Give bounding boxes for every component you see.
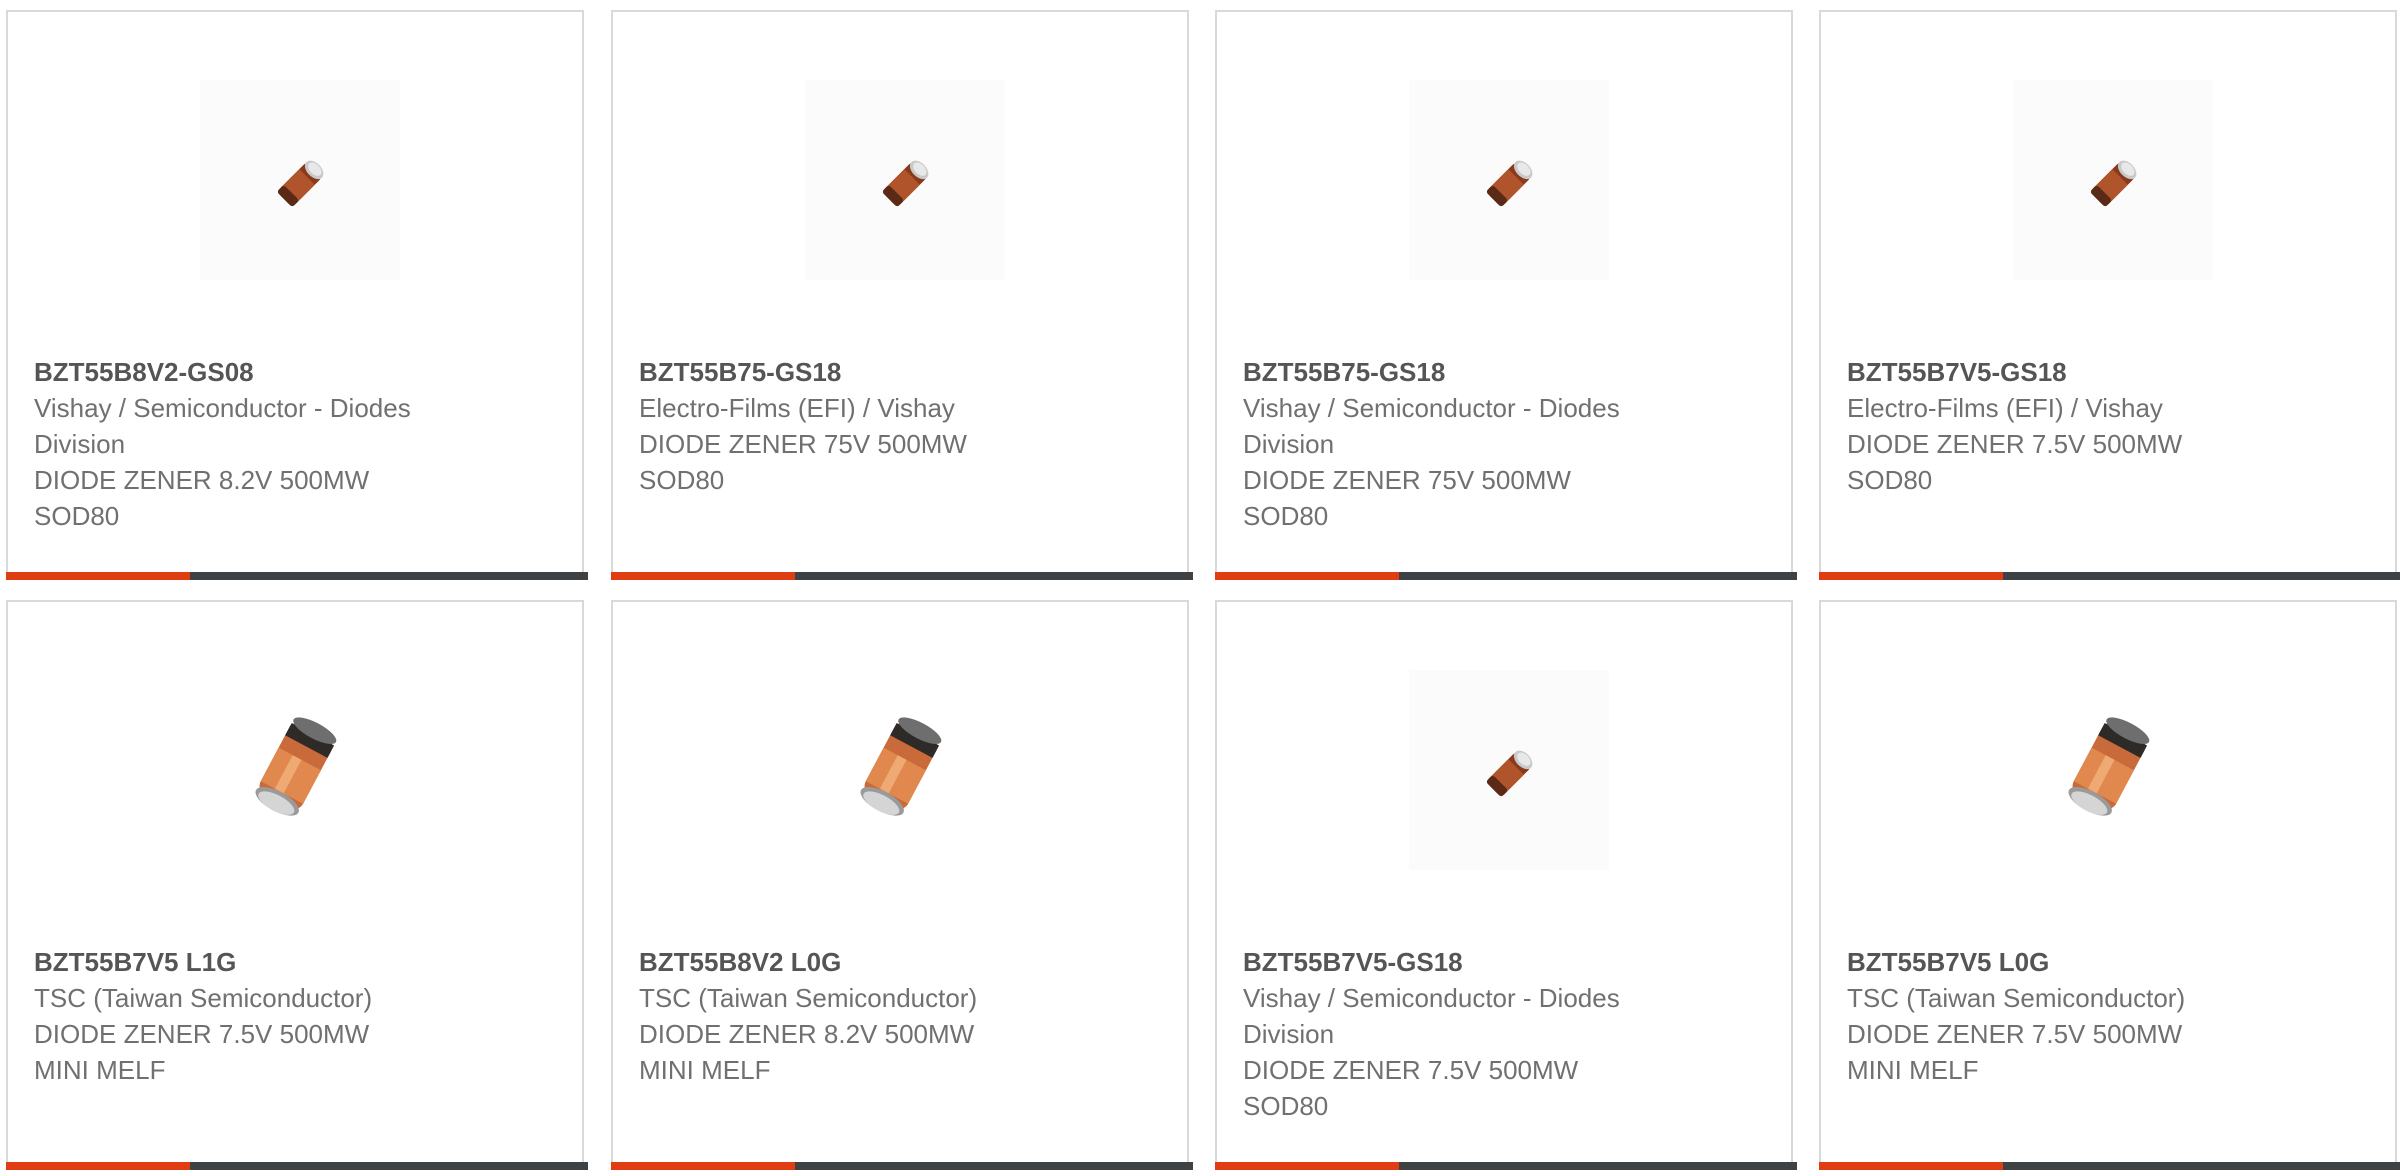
part-number-link[interactable]: BZT55B8V2 L0G xyxy=(639,944,1099,980)
product-grid: BZT55B8V2-GS08 Vishay / Semiconductor - … xyxy=(0,0,2400,1170)
product-image-area xyxy=(1821,12,2395,342)
diode-mini-melf-icon xyxy=(2068,717,2150,816)
manufacturer: Electro-Films (EFI) / Vishay xyxy=(1847,393,2163,423)
product-card[interactable]: BZT55B75-GS18 Electro-Films (EFI) / Vish… xyxy=(611,10,1193,580)
card-accent-bar xyxy=(6,1162,190,1170)
description: DIODE ZENER 7.5V 500MW xyxy=(34,1019,370,1049)
card-footer-bar xyxy=(1819,1162,2400,1170)
product-thumbnail[interactable] xyxy=(2013,80,2213,280)
part-number-link[interactable]: BZT55B8V2-GS08 xyxy=(34,354,494,390)
package: SOD80 xyxy=(639,465,725,495)
manufacturer-continued: Division xyxy=(1243,1019,1335,1049)
manufacturer: Vishay / Semiconductor - Diodes xyxy=(34,393,411,423)
package: SOD80 xyxy=(1243,1091,1329,1121)
card-accent-bar xyxy=(1215,572,1399,580)
card-footer-bar xyxy=(611,1162,1193,1170)
package: SOD80 xyxy=(34,501,120,531)
description: DIODE ZENER 7.5V 500MW xyxy=(1847,429,2183,459)
diode-sod80-small-icon xyxy=(1486,160,1533,207)
product-card[interactable]: BZT55B8V2-GS08 Vishay / Semiconductor - … xyxy=(6,10,588,580)
diode-sod80-small-icon xyxy=(277,160,324,207)
description: DIODE ZENER 8.2V 500MW xyxy=(639,1019,975,1049)
card-accent-bar xyxy=(611,1162,795,1170)
card-accent-bar xyxy=(1819,572,2003,580)
product-image-area xyxy=(613,12,1187,342)
product-card[interactable]: BZT55B7V5 L1G TSC (Taiwan Semiconductor)… xyxy=(6,600,588,1170)
card-accent-bar xyxy=(6,572,190,580)
card-footer-bar xyxy=(6,572,588,580)
product-card[interactable]: BZT55B75-GS18 Vishay / Semiconductor - D… xyxy=(1215,10,1797,580)
package: MINI MELF xyxy=(1847,1055,1979,1085)
card-accent-bar xyxy=(1819,1162,2003,1170)
card-accent-bar xyxy=(1215,1162,1399,1170)
product-card[interactable]: BZT55B7V5 L0G TSC (Taiwan Semiconductor)… xyxy=(1819,600,2400,1170)
part-number-link[interactable]: BZT55B7V5-GS18 xyxy=(1243,944,1703,980)
description: DIODE ZENER 8.2V 500MW xyxy=(34,465,370,495)
product-image-area xyxy=(1217,12,1791,342)
product-thumbnail[interactable] xyxy=(805,80,1005,280)
manufacturer: Vishay / Semiconductor - Diodes xyxy=(1243,983,1620,1013)
product-info: BZT55B8V2 L0G TSC (Taiwan Semiconductor)… xyxy=(639,944,1099,1088)
product-image-area xyxy=(1217,602,1791,932)
description: DIODE ZENER 75V 500MW xyxy=(639,429,967,459)
product-info: BZT55B75-GS18 Electro-Films (EFI) / Vish… xyxy=(639,354,1099,498)
product-card[interactable]: BZT55B8V2 L0G TSC (Taiwan Semiconductor)… xyxy=(611,600,1193,1170)
card-footer-bar xyxy=(6,1162,588,1170)
diode-sod80-small-icon xyxy=(882,160,929,207)
product-card[interactable]: BZT55B7V5-GS18 Electro-Films (EFI) / Vis… xyxy=(1819,10,2400,580)
product-image-area xyxy=(8,12,582,342)
product-thumbnail[interactable] xyxy=(200,80,400,280)
package: MINI MELF xyxy=(639,1055,771,1085)
package: SOD80 xyxy=(1847,465,1933,495)
diode-mini-melf-icon xyxy=(255,717,337,816)
product-thumbnail[interactable] xyxy=(1409,670,1609,870)
product-info: BZT55B75-GS18 Vishay / Semiconductor - D… xyxy=(1243,354,1703,534)
card-footer-bar xyxy=(1215,1162,1797,1170)
product-thumbnail[interactable] xyxy=(1409,80,1609,280)
product-info: BZT55B8V2-GS08 Vishay / Semiconductor - … xyxy=(34,354,494,534)
product-image-area xyxy=(613,602,1187,932)
card-footer-bar xyxy=(1215,572,1797,580)
product-info: BZT55B7V5 L1G TSC (Taiwan Semiconductor)… xyxy=(34,944,494,1088)
product-image-area xyxy=(8,602,582,932)
manufacturer: Electro-Films (EFI) / Vishay xyxy=(639,393,955,423)
diode-mini-melf-icon xyxy=(860,717,942,816)
diode-sod80-small-icon xyxy=(1486,750,1533,797)
description: DIODE ZENER 75V 500MW xyxy=(1243,465,1571,495)
product-info: BZT55B7V5 L0G TSC (Taiwan Semiconductor)… xyxy=(1847,944,2307,1088)
part-number-link[interactable]: BZT55B75-GS18 xyxy=(639,354,1099,390)
manufacturer: TSC (Taiwan Semiconductor) xyxy=(34,983,373,1013)
diode-sod80-small-icon xyxy=(2090,160,2137,207)
manufacturer: TSC (Taiwan Semiconductor) xyxy=(1847,983,2186,1013)
manufacturer: TSC (Taiwan Semiconductor) xyxy=(639,983,978,1013)
card-footer-bar xyxy=(611,572,1193,580)
part-number-link[interactable]: BZT55B7V5 L1G xyxy=(34,944,494,980)
product-thumbnail[interactable] xyxy=(2013,670,2213,870)
part-number-link[interactable]: BZT55B7V5-GS18 xyxy=(1847,354,2307,390)
product-card[interactable]: BZT55B7V5-GS18 Vishay / Semiconductor - … xyxy=(1215,600,1797,1170)
product-info: BZT55B7V5-GS18 Electro-Films (EFI) / Vis… xyxy=(1847,354,2307,498)
card-accent-bar xyxy=(611,572,795,580)
part-number-link[interactable]: BZT55B75-GS18 xyxy=(1243,354,1703,390)
package: MINI MELF xyxy=(34,1055,166,1085)
description: DIODE ZENER 7.5V 500MW xyxy=(1243,1055,1579,1085)
manufacturer: Vishay / Semiconductor - Diodes xyxy=(1243,393,1620,423)
manufacturer-continued: Division xyxy=(34,429,126,459)
product-thumbnail[interactable] xyxy=(805,670,1005,870)
product-image-area xyxy=(1821,602,2395,932)
part-number-link[interactable]: BZT55B7V5 L0G xyxy=(1847,944,2307,980)
package: SOD80 xyxy=(1243,501,1329,531)
product-info: BZT55B7V5-GS18 Vishay / Semiconductor - … xyxy=(1243,944,1703,1124)
card-footer-bar xyxy=(1819,572,2400,580)
description: DIODE ZENER 7.5V 500MW xyxy=(1847,1019,2183,1049)
product-thumbnail[interactable] xyxy=(200,670,400,870)
manufacturer-continued: Division xyxy=(1243,429,1335,459)
